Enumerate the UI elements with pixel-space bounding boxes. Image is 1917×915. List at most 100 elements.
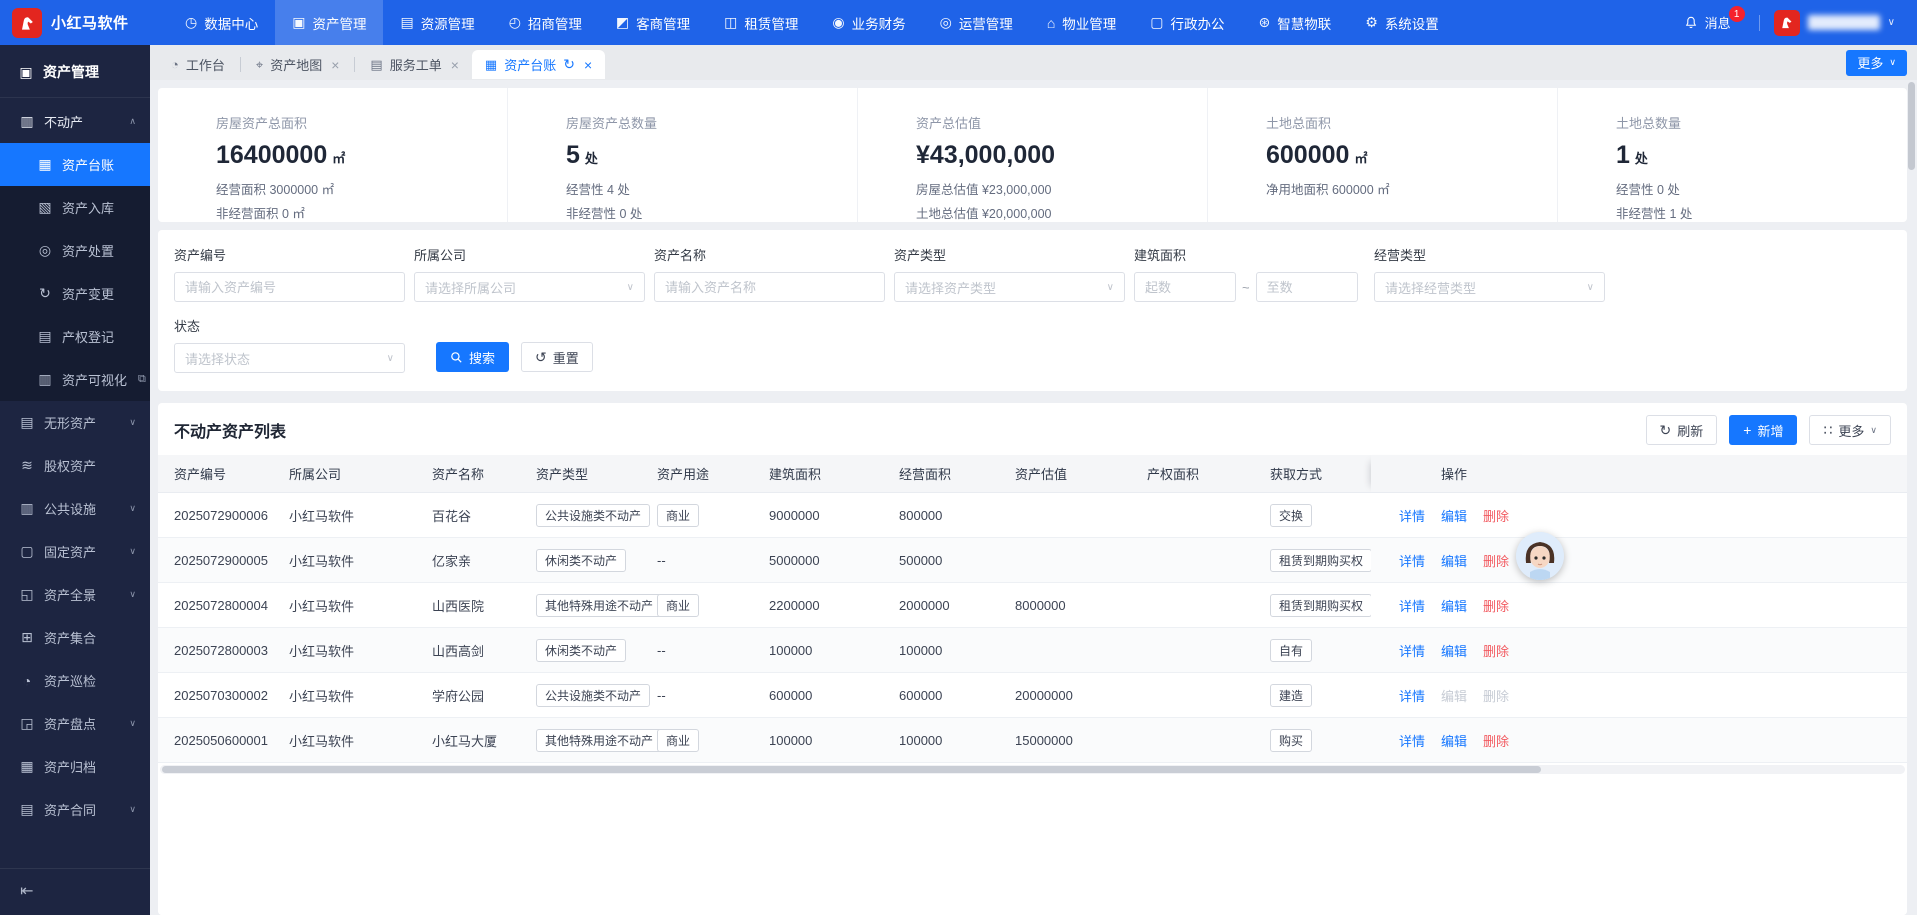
detail-link[interactable]: 详情 — [1399, 554, 1425, 569]
sidebar-item-asset-archive[interactable]: ▦资产归档 — [0, 745, 150, 788]
filter-input-asset-code[interactable] — [174, 272, 405, 302]
nav-item-asset-mgmt[interactable]: ▣资产管理 — [275, 0, 383, 45]
sidebar-item-asset-ledger[interactable]: ▦资产台账 — [0, 143, 150, 186]
sidebar-item-intangible-assets[interactable]: ▤无形资产∨ — [0, 401, 150, 444]
sidebar-item-label: 资产台账 — [62, 155, 114, 174]
disposal-icon: ◎ — [37, 242, 53, 259]
delete-link[interactable]: 删除 — [1483, 644, 1509, 659]
refresh-button[interactable]: ↻ 刷新 — [1646, 415, 1718, 445]
close-icon[interactable]: × — [451, 57, 459, 73]
range-to-input[interactable] — [1256, 272, 1358, 302]
tab-asset-ledger[interactable]: ▦资产台账↻× — [472, 50, 605, 79]
cell-filler — [1537, 493, 1907, 538]
detail-link[interactable]: 详情 — [1399, 689, 1425, 704]
delete-link[interactable]: 删除 — [1483, 554, 1509, 569]
filter-field-status: 状态请选择状态∨ — [174, 316, 405, 373]
sidebar-item-asset-inbound[interactable]: ▧资产入库 — [0, 186, 150, 229]
vertical-scrollbar-thumb[interactable] — [1908, 82, 1915, 170]
map-pin-icon: ⌖ — [256, 57, 263, 73]
stat-number: 600000 — [1266, 141, 1349, 170]
sidebar-item-public-facilities[interactable]: ▥公共设施∨ — [0, 487, 150, 530]
filter-input-asset-name[interactable] — [654, 272, 885, 302]
sidebar-item-asset-stocktake[interactable]: ◲资产盘点∨ — [0, 702, 150, 745]
cell-build-area: 9000000 — [753, 493, 883, 538]
nav-item-label: 招商管理 — [528, 13, 582, 33]
nav-item-system-settings[interactable]: ⚙系统设置 — [1348, 0, 1456, 45]
refresh-tab-icon[interactable]: ↻ — [563, 56, 575, 73]
filter-label: 状态 — [174, 316, 405, 335]
nav-item-biz-finance[interactable]: ◉业务财务 — [815, 0, 922, 45]
nav-item-resource-mgmt[interactable]: ▤资源管理 — [383, 0, 491, 45]
tab-service-order[interactable]: ▤服务工单× — [357, 50, 472, 79]
tab-workbench[interactable]: ◔工作台 — [158, 50, 238, 79]
column-header: 操作 — [1371, 455, 1537, 493]
main-content: 房屋资产总面积16400000㎡经营面积 3000000 ㎡非经营面积 0 ㎡房… — [150, 80, 1917, 915]
close-icon[interactable]: × — [584, 57, 592, 73]
nav-item-lease-mgmt[interactable]: ◫租赁管理 — [707, 0, 815, 45]
edit-link[interactable]: 编辑 — [1441, 734, 1467, 749]
sidebar-item-asset-panorama[interactable]: ◱资产全景∨ — [0, 573, 150, 616]
close-icon[interactable]: × — [331, 57, 339, 73]
horizontal-scrollbar-thumb[interactable] — [162, 766, 1541, 773]
user-menu[interactable]: ∨ — [1774, 10, 1895, 36]
detail-link[interactable]: 详情 — [1399, 599, 1425, 614]
app-title: 小红马软件 — [51, 12, 129, 33]
cell-company: 小红马软件 — [273, 583, 416, 628]
sidebar-item-asset-visualization[interactable]: ▥资产可视化⧉ — [0, 358, 150, 401]
detail-link[interactable]: 详情 — [1399, 509, 1425, 524]
nav-item-merchant-mgmt[interactable]: ◩客商管理 — [599, 0, 707, 45]
edit-link[interactable]: 编辑 — [1441, 554, 1467, 569]
tab-asset-map[interactable]: ⌖资产地图× — [243, 50, 353, 79]
stat-number: 1 — [1616, 141, 1630, 170]
list-header-actions: ↻ 刷新 + 新增 ∷ 更多 ∨ — [1646, 415, 1891, 445]
tabs-more-button[interactable]: 更多 ∨ — [1846, 50, 1907, 76]
cell-filler — [1537, 718, 1907, 763]
nav-item-operation-mgmt[interactable]: ◎运营管理 — [923, 0, 1030, 45]
cell-actions: 详情 编辑 删除 — [1371, 583, 1537, 628]
nav-item-label: 行政办公 — [1171, 13, 1225, 33]
filter-select-status[interactable]: 请选择状态∨ — [174, 343, 405, 373]
sidebar-item-asset-change[interactable]: ↻资产变更 — [0, 272, 150, 315]
sidebar-item-equity-assets[interactable]: ≋股权资产 — [0, 444, 150, 487]
detail-link[interactable]: 详情 — [1399, 734, 1425, 749]
filter-select-asset-type[interactable]: 请选择资产类型∨ — [894, 272, 1125, 302]
filter-select-operate-type[interactable]: 请选择经营类型∨ — [1374, 272, 1605, 302]
fixed-asset-icon: ▢ — [19, 543, 35, 560]
messages-button[interactable]: 消息 1 — [1683, 13, 1731, 32]
sidebar-item-asset-disposal[interactable]: ◎资产处置 — [0, 229, 150, 272]
chevron-down-icon: ∨ — [129, 589, 136, 600]
edit-link[interactable]: 编辑 — [1441, 599, 1467, 614]
add-button[interactable]: + 新增 — [1729, 415, 1797, 445]
delete-link[interactable]: 删除 — [1483, 599, 1509, 614]
search-button[interactable]: 搜索 — [436, 342, 509, 372]
sidebar-item-real-estate[interactable]: ▥不动产∧ — [0, 100, 150, 143]
sidebar-item-asset-contract[interactable]: ▤资产合同∨ — [0, 788, 150, 831]
column-header: 获取方式 — [1254, 455, 1371, 493]
range-from-input[interactable] — [1134, 272, 1236, 302]
column-header: 资产编号 — [158, 455, 273, 493]
collapse-sidebar-icon[interactable]: ⇤ — [20, 883, 33, 900]
detail-link[interactable]: 详情 — [1399, 644, 1425, 659]
nav-item-smart-iot[interactable]: ⊛智慧物联 — [1242, 0, 1349, 45]
stat-value: 1处 — [1616, 141, 1897, 170]
delete-link[interactable]: 删除 — [1483, 734, 1509, 749]
cell-valuation — [999, 493, 1131, 538]
sidebar-item-fixed-assets[interactable]: ▢固定资产∨ — [0, 530, 150, 573]
nav-item-invest-mgmt[interactable]: ◴招商管理 — [492, 0, 599, 45]
nav-item-property-mgmt[interactable]: ⌂物业管理 — [1030, 0, 1133, 45]
stat-unit: 处 — [585, 148, 598, 167]
nav-item-admin-office[interactable]: ▢行政办公 — [1133, 0, 1241, 45]
list-more-button[interactable]: ∷ 更多 ∨ — [1809, 415, 1891, 445]
delete-link[interactable]: 删除 — [1483, 509, 1509, 524]
sidebar-item-asset-collection[interactable]: ⊞资产集合 — [0, 616, 150, 659]
cell-filler — [1537, 673, 1907, 718]
sidebar-item-property-registration[interactable]: ▤产权登记 — [0, 315, 150, 358]
change-icon: ↻ — [37, 285, 53, 302]
filter-select-company[interactable]: 请选择所属公司∨ — [414, 272, 645, 302]
sidebar-item-asset-inspection[interactable]: ◔资产巡检 — [0, 659, 150, 702]
nav-item-data-center[interactable]: ◷数据中心 — [168, 0, 275, 45]
edit-link[interactable]: 编辑 — [1441, 644, 1467, 659]
edit-link[interactable]: 编辑 — [1441, 509, 1467, 524]
reset-button[interactable]: ↺ 重置 — [521, 342, 593, 372]
assistant-avatar[interactable] — [1516, 532, 1564, 580]
